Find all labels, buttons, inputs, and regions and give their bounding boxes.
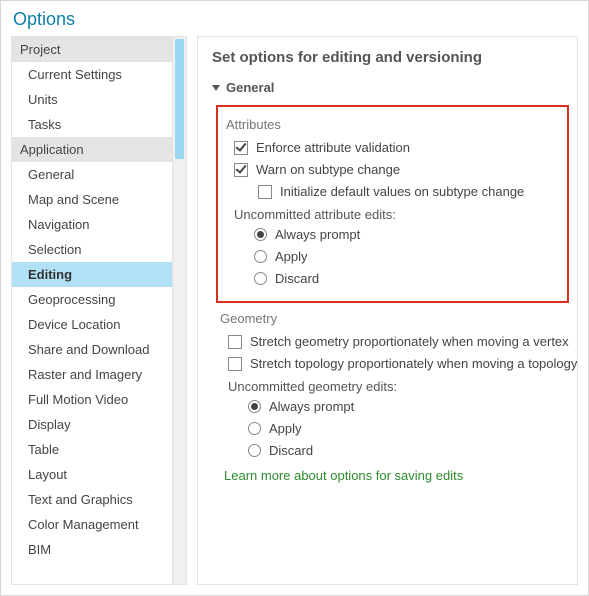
stretch-topo-row[interactable]: Stretch topology proportionately when mo… (228, 356, 571, 371)
attr-always-row[interactable]: Always prompt (254, 227, 559, 242)
geometry-title: Geometry (220, 311, 571, 326)
attributes-highlight: Attributes Enforce attribute validation … (216, 105, 569, 303)
sidebar-item-layout[interactable]: Layout (12, 462, 172, 487)
attr-discard-label: Discard (275, 271, 319, 286)
init-label: Initialize default values on subtype cha… (280, 184, 524, 199)
sidebar-item-text-and-graphics[interactable]: Text and Graphics (12, 487, 172, 512)
geom-discard-row[interactable]: Discard (248, 443, 571, 458)
sidebar-item-full-motion-video[interactable]: Full Motion Video (12, 387, 172, 412)
attr-always-label: Always prompt (275, 227, 360, 242)
sidebar: ProjectCurrent SettingsUnitsTasksApplica… (11, 36, 187, 585)
sidebar-item-editing[interactable]: Editing (12, 262, 172, 287)
sidebar-item-display[interactable]: Display (12, 412, 172, 437)
stretch-topo-label: Stretch topology proportionately when mo… (250, 356, 578, 371)
sidebar-item-tasks[interactable]: Tasks (12, 112, 172, 137)
geom-apply-row[interactable]: Apply (248, 421, 571, 436)
attr-apply-label: Apply (275, 249, 308, 264)
sidebar-item-color-management[interactable]: Color Management (12, 512, 172, 537)
geom-always-label: Always prompt (269, 399, 354, 414)
geom-discard-radio[interactable] (248, 444, 261, 457)
geom-apply-radio[interactable] (248, 422, 261, 435)
window-title: Options (11, 9, 578, 36)
chevron-down-icon (212, 85, 220, 91)
attributes-title: Attributes (226, 117, 559, 132)
content-panel: Set options for editing and versioning G… (197, 36, 578, 585)
sidebar-item-geoprocessing[interactable]: Geoprocessing (12, 287, 172, 312)
options-window: Options ProjectCurrent SettingsUnitsTask… (0, 0, 589, 596)
sidebar-item-share-and-download[interactable]: Share and Download (12, 337, 172, 362)
stretch-geom-label: Stretch geometry proportionately when mo… (250, 334, 569, 349)
body: ProjectCurrent SettingsUnitsTasksApplica… (11, 36, 578, 585)
sidebar-list-container: ProjectCurrent SettingsUnitsTasksApplica… (12, 37, 172, 584)
enforce-checkbox[interactable] (234, 141, 248, 155)
general-group: Attributes Enforce attribute validation … (220, 105, 571, 483)
learn-more-link[interactable]: Learn more about options for saving edit… (224, 468, 571, 483)
init-row[interactable]: Initialize default values on subtype cha… (258, 184, 559, 199)
warn-row[interactable]: Warn on subtype change (234, 162, 559, 177)
geom-discard-label: Discard (269, 443, 313, 458)
stretch-geom-checkbox[interactable] (228, 335, 242, 349)
sidebar-item-raster-and-imagery[interactable]: Raster and Imagery (12, 362, 172, 387)
sidebar-item-general[interactable]: General (12, 162, 172, 187)
section-general-header[interactable]: General (212, 80, 571, 95)
sidebar-item-table[interactable]: Table (12, 437, 172, 462)
enforce-label: Enforce attribute validation (256, 140, 410, 155)
stretch-geom-row[interactable]: Stretch geometry proportionately when mo… (228, 334, 571, 349)
attr-discard-row[interactable]: Discard (254, 271, 559, 286)
sidebar-header: Application (12, 137, 172, 162)
sidebar-item-map-and-scene[interactable]: Map and Scene (12, 187, 172, 212)
attr-always-radio[interactable] (254, 228, 267, 241)
uncommitted-geom-label: Uncommitted geometry edits: (228, 379, 571, 394)
geom-apply-label: Apply (269, 421, 302, 436)
content-heading: Set options for editing and versioning (212, 49, 571, 66)
stretch-topo-checkbox[interactable] (228, 357, 242, 371)
attr-apply-radio[interactable] (254, 250, 267, 263)
sidebar-item-navigation[interactable]: Navigation (12, 212, 172, 237)
geom-always-row[interactable]: Always prompt (248, 399, 571, 414)
sidebar-item-selection[interactable]: Selection (12, 237, 172, 262)
scrollbar-thumb[interactable] (175, 39, 184, 159)
init-checkbox[interactable] (258, 185, 272, 199)
attr-apply-row[interactable]: Apply (254, 249, 559, 264)
sidebar-item-units[interactable]: Units (12, 87, 172, 112)
attr-discard-radio[interactable] (254, 272, 267, 285)
sidebar-scrollbar[interactable] (172, 37, 186, 584)
warn-label: Warn on subtype change (256, 162, 400, 177)
enforce-row[interactable]: Enforce attribute validation (234, 140, 559, 155)
sidebar-item-current-settings[interactable]: Current Settings (12, 62, 172, 87)
geom-always-radio[interactable] (248, 400, 261, 413)
section-general-label: General (226, 80, 274, 95)
sidebar-item-device-location[interactable]: Device Location (12, 312, 172, 337)
sidebar-item-bim[interactable]: BIM (12, 537, 172, 562)
uncommitted-attr-label: Uncommitted attribute edits: (234, 207, 559, 222)
sidebar-header: Project (12, 37, 172, 62)
warn-checkbox[interactable] (234, 163, 248, 177)
